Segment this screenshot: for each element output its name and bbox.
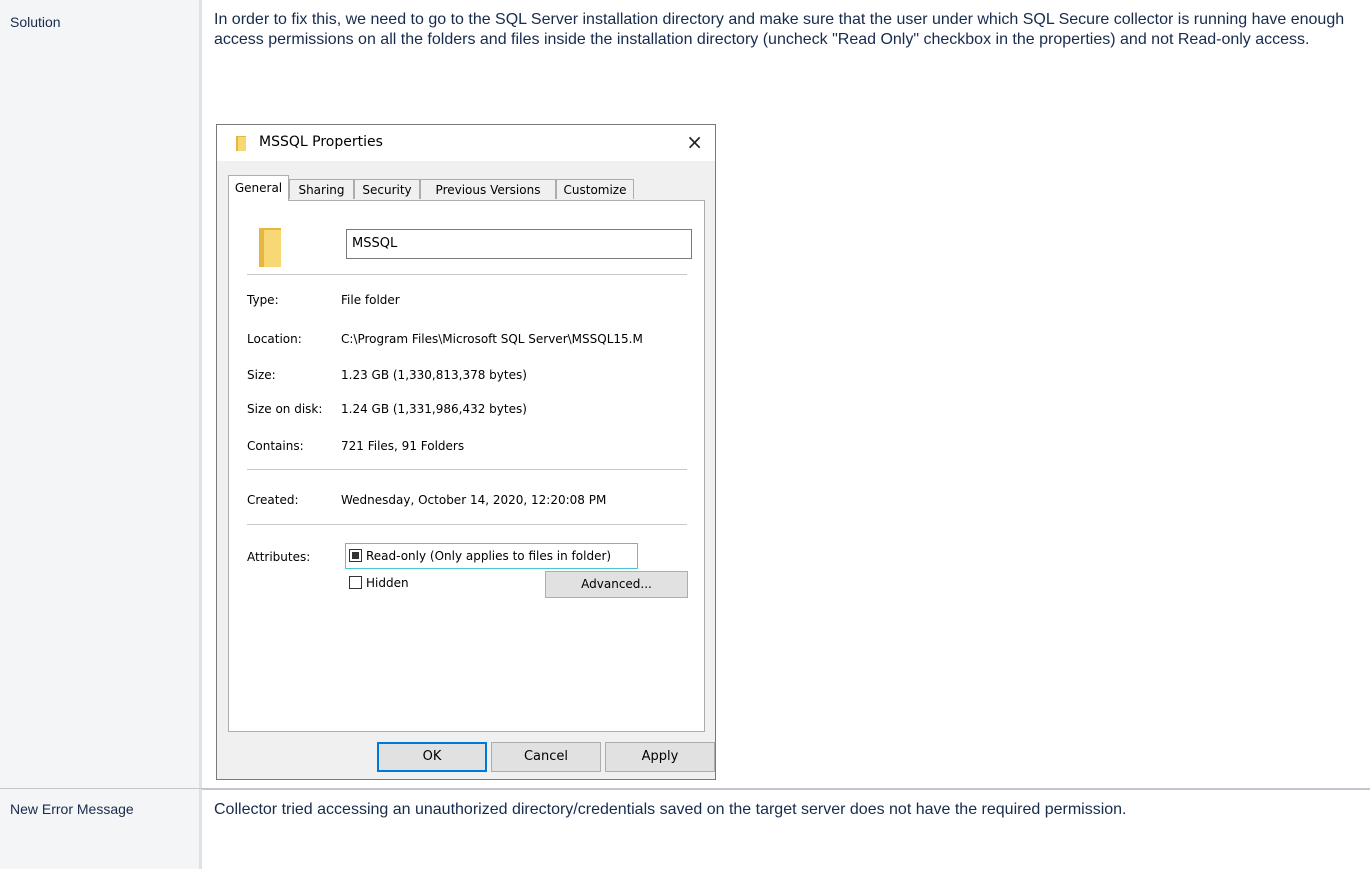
dialog-title: MSSQL Properties [259, 134, 383, 150]
hidden-checkbox[interactable]: Hidden [349, 576, 409, 590]
size-on-disk-value: 1.24 GB (1,331,986,432 bytes) [341, 402, 527, 416]
solution-paragraph: In order to fix this, we need to go to t… [214, 11, 1345, 48]
tab-previous-versions[interactable]: Previous Versions [420, 179, 556, 199]
hidden-checkbox-label: Hidden [366, 576, 409, 590]
size-value: 1.23 GB (1,330,813,378 bytes) [341, 368, 527, 382]
checkbox-indeterminate-icon[interactable] [349, 549, 362, 562]
contains-label: Contains: [247, 439, 304, 453]
readonly-checkbox[interactable]: Read-only (Only applies to files in fold… [349, 549, 611, 563]
folder-name-field[interactable]: MSSQL [346, 229, 692, 259]
folder-icon [236, 136, 246, 151]
separator [247, 274, 687, 275]
advanced-button[interactable]: Advanced... [545, 571, 688, 598]
tab-general[interactable]: General [228, 175, 289, 201]
row-header-solution: Solution [0, 0, 202, 789]
attributes-label: Attributes: [247, 550, 311, 564]
table-row-new-error-message: New Error Message Collector tried access… [0, 788, 1370, 869]
separator [247, 524, 687, 525]
dialog-titlebar: MSSQL Properties × [217, 125, 715, 161]
tab-security[interactable]: Security [354, 179, 420, 199]
error-message-paragraph: Collector tried accessing an unauthorize… [214, 801, 1127, 818]
type-value: File folder [341, 293, 400, 307]
location-label: Location: [247, 332, 302, 346]
folder-icon [259, 228, 281, 267]
checkbox-unchecked-icon[interactable] [349, 576, 362, 589]
general-tab-panel: MSSQL Type: File folder Location: C:\Pro… [228, 200, 705, 732]
contains-value: 721 Files, 91 Folders [341, 439, 465, 453]
readonly-checkbox-label: Read-only (Only applies to files in fold… [366, 549, 612, 563]
separator [247, 469, 687, 470]
row-content-new-error-message: Collector tried accessing an unauthorize… [205, 789, 1370, 869]
tab-customize[interactable]: Customize [556, 179, 634, 199]
type-label: Type: [247, 293, 279, 307]
apply-button[interactable]: Apply [605, 742, 715, 772]
location-value: C:\Program Files\Microsoft SQL Server\MS… [341, 332, 643, 346]
close-icon[interactable]: × [686, 130, 703, 154]
mssql-properties-dialog: MSSQL Properties × General Sharing Secur… [216, 124, 716, 780]
created-value: Wednesday, October 14, 2020, 12:20:08 PM [341, 493, 607, 507]
created-label: Created: [247, 493, 299, 507]
size-label: Size: [247, 368, 276, 382]
tab-sharing[interactable]: Sharing [289, 179, 354, 199]
cancel-button[interactable]: Cancel [491, 742, 601, 772]
row-header-new-error-message: New Error Message [0, 789, 202, 869]
ok-button[interactable]: OK [377, 742, 487, 772]
size-on-disk-label: Size on disk: [247, 402, 323, 416]
